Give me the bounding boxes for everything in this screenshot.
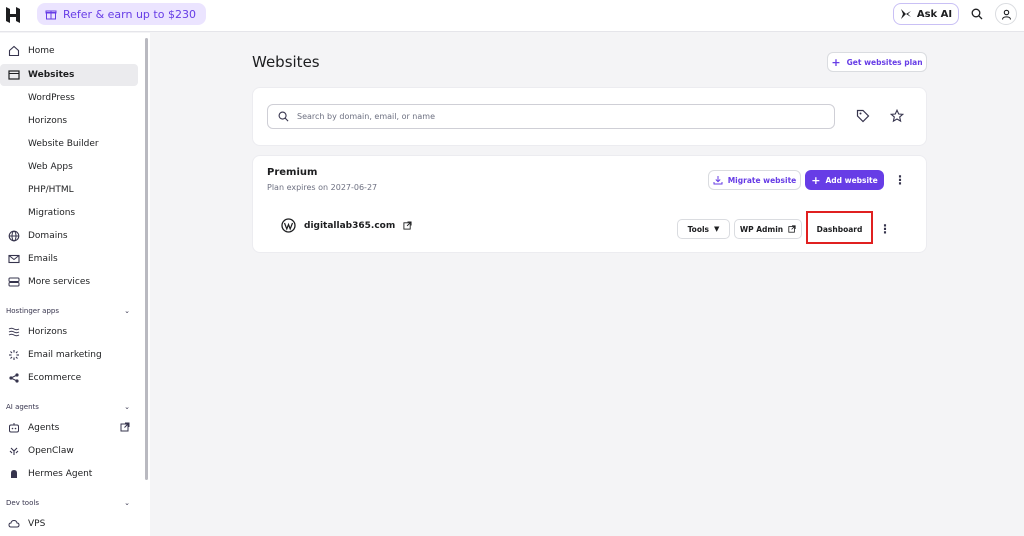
- sidebar-item-domains[interactable]: Domains: [0, 225, 138, 247]
- chevron-down-icon: ⌄: [124, 499, 130, 507]
- star-icon[interactable]: [889, 108, 905, 124]
- migrate-label: Migrate website: [727, 175, 797, 185]
- burst-icon: [0, 349, 28, 361]
- search-input[interactable]: [297, 112, 834, 121]
- website-row: digitallab365.com: [281, 218, 412, 233]
- sidebar-item-ecommerce[interactable]: Ecommerce: [0, 367, 138, 389]
- user-account-icon[interactable]: [995, 3, 1017, 25]
- chevron-down-icon: ⌄: [124, 307, 130, 315]
- sidebar-item-label: Domains: [28, 231, 68, 241]
- hermes-icon: [0, 468, 28, 480]
- tools-label: Tools: [687, 224, 710, 234]
- sidebar-item-emails[interactable]: Emails: [0, 248, 138, 270]
- plus-icon: +: [831, 55, 841, 69]
- sidebar-item-openclaw[interactable]: OpenClaw: [0, 440, 138, 462]
- sidebar-item-more-services[interactable]: More services: [0, 271, 138, 293]
- cloud-icon: [0, 518, 28, 530]
- sidebar-item-agents[interactable]: Agents: [0, 417, 138, 439]
- sparkle-icon: [900, 9, 911, 19]
- external-link-icon: [120, 422, 130, 435]
- plan-expiry: Plan expires on 2027-06-27: [267, 183, 378, 192]
- sidebar-subitem-wordpress[interactable]: WordPress: [28, 90, 75, 106]
- robot-icon: [0, 422, 28, 434]
- server-icon: [0, 276, 28, 288]
- chevron-down-icon: ⌄: [124, 403, 130, 411]
- search-icon[interactable]: [966, 3, 988, 25]
- sidebar-item-label: Hermes Agent: [28, 469, 93, 479]
- tag-icon[interactable]: [855, 108, 871, 124]
- sidebar-item-label: Emails: [28, 254, 58, 264]
- wp-admin-button[interactable]: WP Admin: [734, 219, 802, 239]
- sidebar-item-label: Websites: [28, 70, 75, 80]
- gift-icon: [45, 10, 57, 20]
- sidebar-item-websites[interactable]: Websites: [0, 64, 138, 86]
- page-title: Websites: [252, 53, 320, 71]
- section-dev-tools[interactable]: Dev tools ⌄: [6, 499, 130, 507]
- sidebar-item-email-marketing[interactable]: Email marketing: [0, 344, 138, 366]
- section-title: Hostinger apps: [6, 307, 59, 315]
- search-icon: [278, 111, 289, 122]
- search-card: [252, 87, 927, 146]
- download-icon: [713, 176, 723, 185]
- plan-more-options-icon[interactable]: ⋮: [894, 172, 906, 188]
- mail-icon: [0, 253, 28, 265]
- migrate-website-button[interactable]: Migrate website: [708, 170, 801, 190]
- section-title: Dev tools: [6, 499, 39, 507]
- external-link-icon[interactable]: [403, 221, 412, 230]
- sidebar-item-label: Email marketing: [28, 350, 102, 360]
- wp-admin-label: WP Admin: [739, 224, 784, 234]
- home-icon: [0, 45, 28, 57]
- sidebar-item-label: OpenClaw: [28, 446, 74, 456]
- hosting-plan-card: Premium Plan expires on 2027-06-27 Migra…: [252, 155, 927, 253]
- section-title: AI agents: [6, 403, 39, 411]
- claw-icon: [0, 445, 28, 457]
- wordpress-icon: [281, 218, 296, 233]
- dashboard-highlight-box: [806, 211, 873, 244]
- refer-label: Refer & earn up to $230: [63, 7, 196, 21]
- external-link-icon: [788, 225, 796, 233]
- add-website-label: Add website: [825, 175, 878, 185]
- ask-ai-label: Ask AI: [916, 8, 953, 20]
- sidebar-item-label: Home: [28, 46, 55, 56]
- sidebar-item-label: Horizons: [28, 327, 68, 337]
- caret-down-icon: ▼: [714, 225, 720, 233]
- website-domain-link[interactable]: digitallab365.com: [304, 221, 395, 231]
- plus-icon: +: [811, 173, 821, 187]
- sidebar-subitem-web-apps[interactable]: Web Apps: [28, 159, 73, 175]
- sidebar-item-label: Agents: [28, 423, 60, 433]
- sidebar-subitem-php-html[interactable]: PHP/HTML: [28, 182, 74, 198]
- window-icon: [0, 69, 28, 81]
- plan-name: Premium: [267, 167, 318, 178]
- share-nodes-icon: [0, 372, 28, 384]
- globe-icon: [0, 230, 28, 242]
- top-bar: Refer & earn up to $230 Ask AI: [0, 0, 1024, 32]
- waves-icon: [0, 326, 28, 338]
- search-box[interactable]: [267, 104, 835, 129]
- sidebar-subitem-migrations[interactable]: Migrations: [28, 205, 75, 221]
- get-websites-plan-button[interactable]: + Get websites plan: [827, 52, 927, 72]
- site-more-options-icon[interactable]: ⋮: [879, 221, 891, 237]
- get-plan-label: Get websites plan: [846, 57, 923, 67]
- sidebar-item-label: Ecommerce: [28, 373, 82, 383]
- tools-dropdown[interactable]: Tools ▼: [677, 219, 730, 239]
- sidebar-item-horizons-app[interactable]: Horizons: [0, 321, 138, 343]
- sidebar-item-label: VPS: [28, 519, 46, 529]
- sidebar-subitem-website-builder[interactable]: Website Builder: [28, 136, 99, 152]
- add-website-button[interactable]: + Add website: [805, 170, 884, 190]
- sidebar-item-home[interactable]: Home: [0, 40, 138, 62]
- sidebar-subitem-horizons[interactable]: Horizons: [28, 113, 67, 129]
- sidebar: Home Websites WordPress Horizons Website…: [0, 33, 150, 536]
- section-hostinger-apps[interactable]: Hostinger apps ⌄: [6, 307, 130, 315]
- sidebar-item-hermes-agent[interactable]: Hermes Agent: [0, 463, 138, 485]
- ask-ai-button[interactable]: Ask AI: [893, 3, 959, 25]
- sidebar-item-vps[interactable]: VPS: [0, 513, 138, 535]
- refer-earn-button[interactable]: Refer & earn up to $230: [37, 3, 206, 25]
- sidebar-item-label: More services: [28, 277, 91, 287]
- sidebar-scrollbar[interactable]: [145, 38, 148, 480]
- section-ai-agents[interactable]: AI agents ⌄: [6, 403, 130, 411]
- hostinger-logo-icon[interactable]: [4, 6, 22, 24]
